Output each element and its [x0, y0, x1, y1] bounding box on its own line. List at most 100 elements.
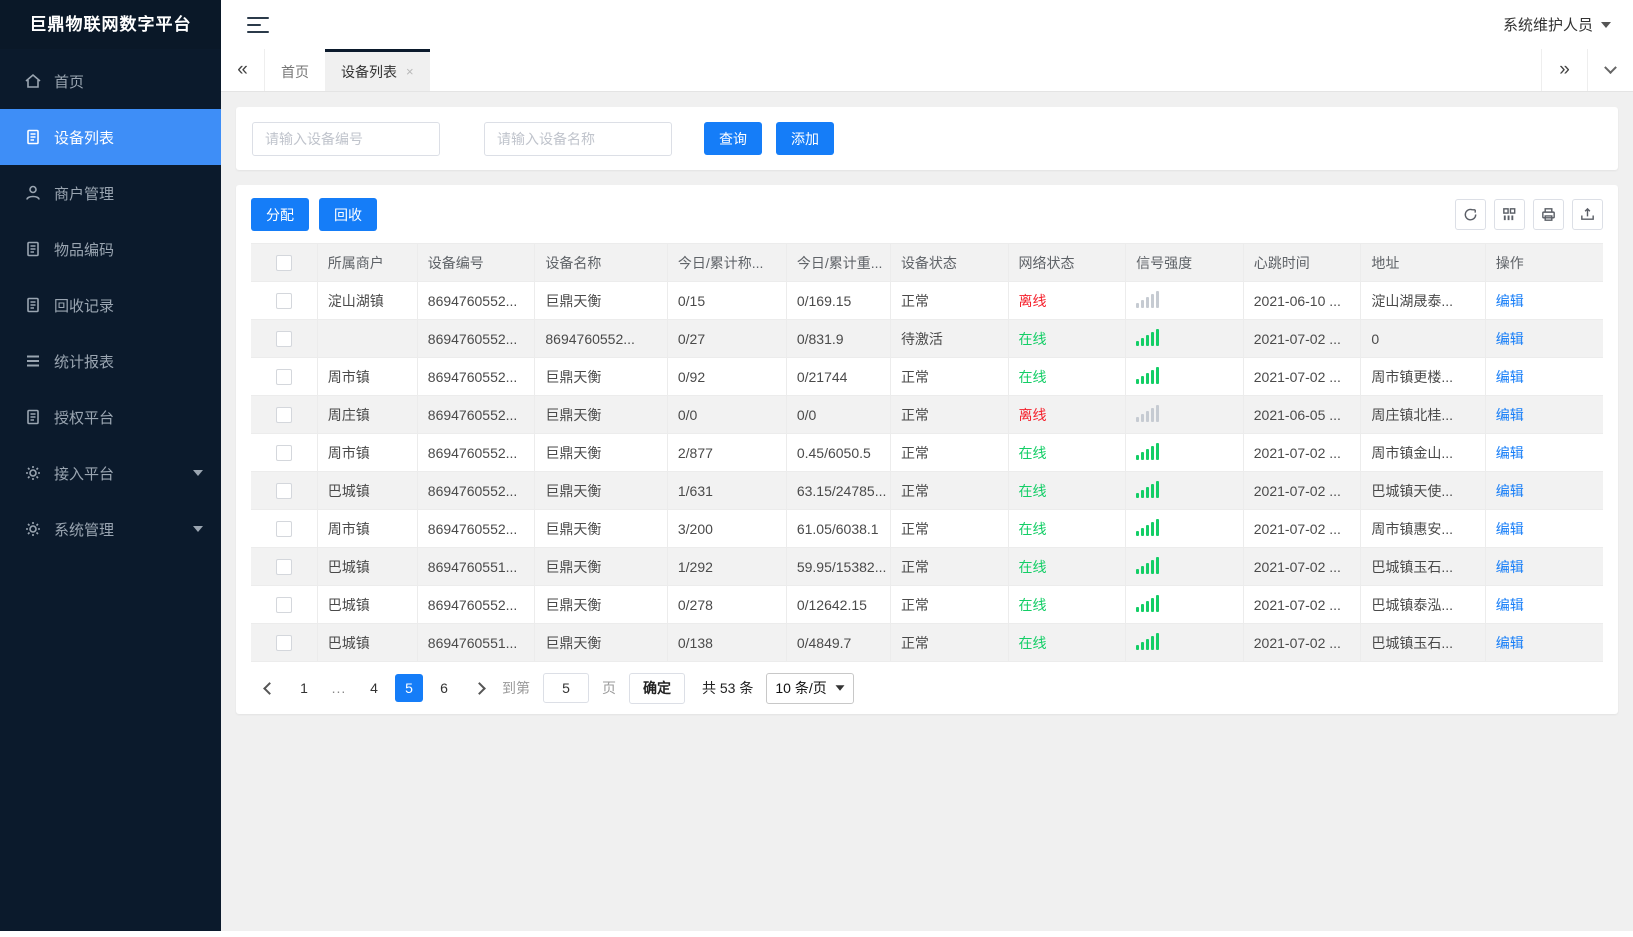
address-cell: 淀山湖晟泰...	[1360, 281, 1486, 320]
device-name-input[interactable]	[484, 121, 672, 156]
tabs-scroll-left-icon[interactable]: «	[221, 49, 265, 91]
signal-strength-cell	[1125, 319, 1244, 358]
select-all-checkbox[interactable]	[275, 255, 292, 272]
network-status-badge: 在线	[1018, 558, 1047, 575]
today-count-cell: 0/0	[666, 395, 787, 434]
tab-1[interactable]: 首页	[265, 49, 325, 91]
edit-link[interactable]: 编辑	[1496, 597, 1524, 613]
edit-link[interactable]: 编辑	[1496, 559, 1524, 575]
tab-2[interactable]: 设备列表 ×	[325, 49, 430, 91]
row-checkbox[interactable]	[275, 521, 292, 538]
edit-link[interactable]: 编辑	[1496, 331, 1524, 347]
address-cell: 巴城镇玉石...	[1360, 623, 1486, 662]
tabs-menu-icon[interactable]	[1587, 49, 1633, 91]
address-cell: 0	[1360, 319, 1486, 358]
row-checkbox[interactable]	[275, 445, 292, 462]
sidebar-menu: 首页设备列表 商户管理 物品编码 回收记录 统计报表 授权平台 接入平台系统管理	[0, 53, 221, 557]
tabs-scroll-right-icon[interactable]: »	[1541, 49, 1587, 91]
edit-link[interactable]: 编辑	[1496, 521, 1524, 537]
device-status-cell: 正常	[889, 395, 1009, 434]
network-status-cell: 在线	[1007, 509, 1127, 548]
recycle-button[interactable]: 回收	[319, 198, 377, 231]
address-cell: 周庄镇北桂...	[1360, 395, 1486, 434]
device-no-cell: 8694760552...	[416, 433, 536, 472]
today-count-cell: 1/631	[666, 471, 787, 510]
edit-link[interactable]: 编辑	[1496, 445, 1524, 461]
row-checkbox[interactable]	[275, 597, 292, 614]
page-button-4[interactable]: 4	[360, 674, 388, 702]
sidebar-item-5[interactable]: 回收记录	[0, 277, 221, 333]
print-button[interactable]	[1533, 199, 1564, 230]
sidebar-item-8[interactable]: 接入平台	[0, 445, 221, 501]
page-button-5[interactable]: 5	[395, 674, 423, 702]
refresh-icon	[1462, 206, 1479, 223]
row-checkbox[interactable]	[275, 293, 292, 310]
row-checkbox[interactable]	[275, 407, 292, 424]
operation-cell: 编辑	[1484, 623, 1603, 662]
export-button[interactable]	[1572, 199, 1603, 230]
sidebar-item-4[interactable]: 物品编码	[0, 221, 221, 277]
page-size-select[interactable]: 10 条/页	[766, 672, 854, 704]
row-select-cell	[251, 623, 318, 662]
row-checkbox[interactable]	[275, 559, 292, 576]
assign-button[interactable]: 分配	[251, 198, 309, 231]
table-row: 巴城镇 8694760551... 巨鼎天衡 1/292 59.95/15382... 正…	[251, 547, 1603, 586]
edit-link[interactable]: 编辑	[1496, 369, 1524, 385]
device-no-input[interactable]	[252, 121, 440, 156]
refresh-button[interactable]	[1455, 199, 1486, 230]
row-select-cell	[251, 319, 318, 358]
goto-page-input[interactable]	[543, 673, 589, 703]
app-root: 巨鼎物联网数字平台 首页 设备列表 商户管理 物品编码 回收记录 统计报表 授权平台 接入平台…	[0, 0, 1633, 931]
address-cell: 巴城镇玉石...	[1360, 547, 1486, 586]
merchant-cell: 周市镇	[316, 433, 418, 472]
today-weight-cell: 63.15/24785...	[785, 471, 891, 510]
gear-icon	[24, 464, 42, 482]
main-area: 系统维护人员 « 首页 设备列表 × » 查询 添加 分配	[221, 0, 1633, 931]
sidebar-item-1[interactable]: 首页	[0, 53, 221, 109]
network-status-badge: 离线	[1018, 292, 1047, 309]
close-icon[interactable]: ×	[406, 64, 414, 79]
page-button-1[interactable]: 1	[290, 674, 318, 702]
query-button[interactable]: 查询	[704, 122, 762, 155]
row-checkbox[interactable]	[275, 331, 292, 348]
network-status-cell: 在线	[1007, 433, 1127, 472]
edit-link[interactable]: 编辑	[1496, 483, 1524, 499]
page-button-6[interactable]: 6	[430, 674, 458, 702]
prev-page-icon[interactable]	[255, 674, 283, 702]
table-row: 巴城镇 8694760552... 巨鼎天衡 0/278 0/12642.15 正常 在线 2…	[251, 585, 1603, 624]
sidebar-item-9[interactable]: 系统管理	[0, 501, 221, 557]
caret-down-icon	[193, 526, 203, 532]
sidebar-item-7[interactable]: 授权平台	[0, 389, 221, 445]
next-page-icon[interactable]	[465, 674, 493, 702]
operation-cell: 编辑	[1484, 509, 1603, 548]
today-weight-cell: 0/831.9	[785, 319, 891, 358]
device-no-cell: 8694760551...	[416, 547, 536, 586]
columns-button[interactable]	[1494, 199, 1525, 230]
tabbar-right: »	[1541, 49, 1633, 91]
row-checkbox[interactable]	[275, 369, 292, 386]
network-status-cell: 在线	[1007, 357, 1127, 396]
row-checkbox[interactable]	[275, 635, 292, 652]
user-menu[interactable]: 系统维护人员	[1503, 14, 1611, 35]
signal-strength-cell	[1125, 395, 1244, 434]
edit-link[interactable]: 编辑	[1496, 293, 1524, 309]
sidebar-item-3[interactable]: 商户管理	[0, 165, 221, 221]
sidebar-item-2[interactable]: 设备列表	[0, 109, 221, 165]
edit-link[interactable]: 编辑	[1496, 407, 1524, 423]
sidebar-item-label: 首页	[54, 73, 85, 91]
column-header: 设备名称	[534, 243, 668, 282]
sidebar-item-6[interactable]: 统计报表	[0, 333, 221, 389]
menu-collapse-icon[interactable]	[247, 16, 269, 33]
today-count-cell: 3/200	[666, 509, 787, 548]
edit-link[interactable]: 编辑	[1496, 635, 1524, 651]
device-table-panel: 分配 回收 所属商户 设备编号 设备名称 今日/累计称... 今日/累计重... 设备状态…	[236, 185, 1618, 714]
recycle-record-icon	[24, 296, 42, 314]
add-button[interactable]: 添加	[776, 122, 834, 155]
sidebar-item-label: 系统管理	[54, 521, 115, 539]
today-weight-cell: 0/4849.7	[785, 623, 891, 662]
device-name-cell: 巨鼎天衡	[534, 623, 668, 662]
confirm-page-button[interactable]: 确定	[629, 672, 685, 704]
content: 查询 添加 分配 回收 所属商户设备编号设备名称今日/累计称...今日/累计重.…	[221, 92, 1633, 931]
row-checkbox[interactable]	[275, 483, 292, 500]
network-status-cell: 在线	[1007, 471, 1127, 510]
